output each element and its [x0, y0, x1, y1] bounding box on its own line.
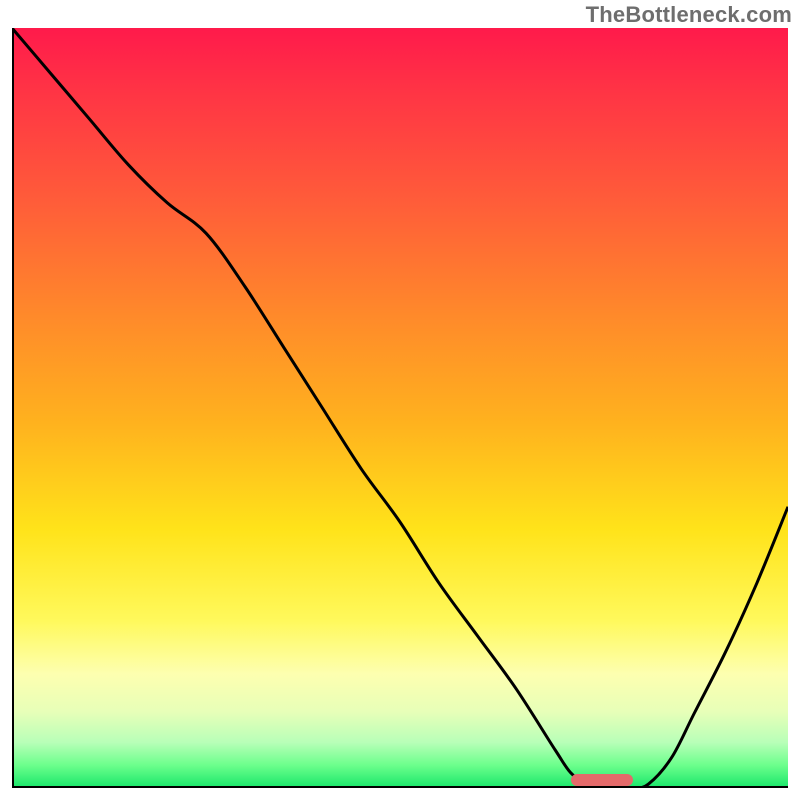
- curve-path: [12, 28, 788, 788]
- x-axis: [12, 786, 788, 788]
- optimal-range-marker: [571, 774, 633, 786]
- y-axis: [12, 28, 14, 788]
- bottleneck-curve: [12, 28, 788, 788]
- chart-container: TheBottleneck.com: [0, 0, 800, 800]
- plot-area: [12, 28, 788, 788]
- watermark-text: TheBottleneck.com: [586, 2, 792, 28]
